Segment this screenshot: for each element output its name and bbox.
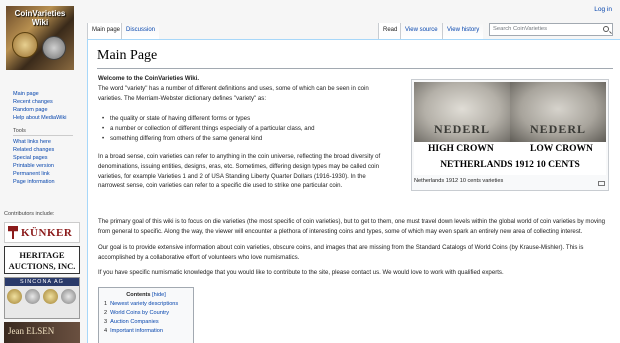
coin-left-image: NEDERL [414, 82, 510, 142]
toc-item[interactable]: 4 Important information [104, 327, 188, 336]
thumb-caption: Netherlands 1912 10 cents varieties [414, 178, 504, 184]
goal-paragraph: The primary goal of this wiki is to focu… [98, 218, 606, 235]
broad-sense-paragraph: In a broad sense, coin varieties can ref… [98, 153, 381, 190]
coin-right-legend: NEDERL [529, 122, 586, 136]
sidebar-item-random-page[interactable]: Random page [13, 106, 83, 114]
elsen-text: Jean ELSEN [8, 326, 55, 336]
tab-main-page[interactable]: Main page [87, 23, 125, 39]
sidebar-item-page-information[interactable]: Page information [13, 178, 83, 186]
coin-icon [61, 289, 76, 304]
heritage-line2: AUCTIONS, INC. [8, 261, 76, 271]
kunker-banner[interactable]: KÜNKER [4, 222, 80, 243]
sidebar-item-what-links-here[interactable]: What links here [13, 138, 83, 146]
toc-item[interactable]: 1 Newest variety descriptions [104, 300, 188, 309]
tab-view-history[interactable]: View history [442, 23, 484, 39]
caption-low-crown: LOW CROWN [530, 144, 593, 154]
toc-toggle[interactable]: [hide] [152, 292, 166, 298]
coin-right-image: NEDERL [510, 82, 606, 142]
title-divider [97, 68, 613, 69]
list-item: a number or collection of different thin… [102, 124, 382, 134]
contribute-paragraph: If you have specific numismatic knowledg… [98, 269, 504, 276]
sidebar-item-permanent-link[interactable]: Permanent link [13, 170, 83, 178]
sidebar-item-main-page[interactable]: Main page [13, 90, 83, 98]
list-item: the quality or state of having different… [102, 114, 382, 124]
coin-icon [43, 289, 58, 304]
search-placeholder: Search CoinVarieties [493, 26, 548, 32]
sincona-banner[interactable]: SINCONA AG [4, 277, 80, 319]
page-title: Main Page [97, 48, 158, 63]
heritage-banner[interactable]: HERITAGE AUCTIONS, INC. [4, 246, 80, 274]
tab-discussion[interactable]: Discussion [121, 23, 160, 39]
enlarge-icon[interactable] [598, 181, 605, 186]
login-link[interactable]: Log in [594, 6, 612, 13]
caption-high-crown: HIGH CROWN [428, 144, 494, 154]
gold-coin-icon [12, 32, 38, 58]
tab-read[interactable]: Read [378, 23, 402, 39]
coin-icon [7, 289, 22, 304]
coin-icon [25, 289, 40, 304]
coin-thumbnail[interactable]: NEDERL NEDERL HIGH CROWN LOW CROWN NETHE… [411, 79, 609, 191]
sidebar-item-related-changes[interactable]: Related changes [13, 146, 83, 154]
sidebar-item-special-pages[interactable]: Special pages [13, 154, 83, 162]
sincona-text: SINCONA AG [5, 278, 79, 286]
caption-netherlands: NETHERLANDS 1912 10 CENTS [440, 160, 580, 170]
search-icon[interactable] [603, 26, 609, 32]
definition-list: the quality or state of having different… [102, 114, 382, 143]
table-of-contents: Contents [hide] 1 Newest variety descript… [98, 287, 194, 343]
intro-paragraph: The word "variety" has a number of diffe… [98, 85, 369, 102]
coin-left-legend: NEDERL [433, 122, 490, 136]
tools-heading: Tools [13, 128, 73, 136]
coin-image[interactable]: NEDERL NEDERL HIGH CROWN LOW CROWN NETHE… [414, 82, 606, 175]
sidebar-item-recent-changes[interactable]: Recent changes [13, 98, 83, 106]
main-content: Main Page Welcome to the CoinVarieties W… [87, 39, 620, 343]
toc-header: Contents [hide] [104, 291, 188, 300]
logo-text: CoinVarieties Wiki [14, 9, 66, 27]
info-paragraph: Our goal is to provide extensive informa… [98, 244, 584, 261]
sidebar-item-help[interactable]: Help about MediaWiki [13, 114, 83, 122]
sidebar-item-printable-version[interactable]: Printable version [13, 162, 83, 170]
kunker-text: KÜNKER [21, 227, 73, 239]
tab-view-source[interactable]: View source [400, 23, 442, 39]
toc-title: Contents [126, 292, 151, 298]
hammer-icon [8, 226, 18, 239]
heritage-line1: HERITAGE [19, 250, 65, 260]
silver-coin-icon [42, 36, 66, 60]
toc-item[interactable]: 2 World Coins by Country [104, 309, 188, 318]
contributors-heading: Contributors include: [4, 211, 55, 217]
toc-item[interactable]: 3 Auction Companies [104, 318, 188, 327]
elsen-banner[interactable]: Jean ELSEN [4, 322, 80, 343]
welcome-text: Welcome to the CoinVarieties Wiki. [98, 75, 200, 82]
sidebar: Main page Recent changes Random page Hel… [13, 90, 83, 186]
search-input[interactable]: Search CoinVarieties [489, 23, 613, 36]
list-item: something differing from others of the s… [102, 134, 382, 144]
site-logo[interactable]: CoinVarieties Wiki [6, 6, 74, 70]
